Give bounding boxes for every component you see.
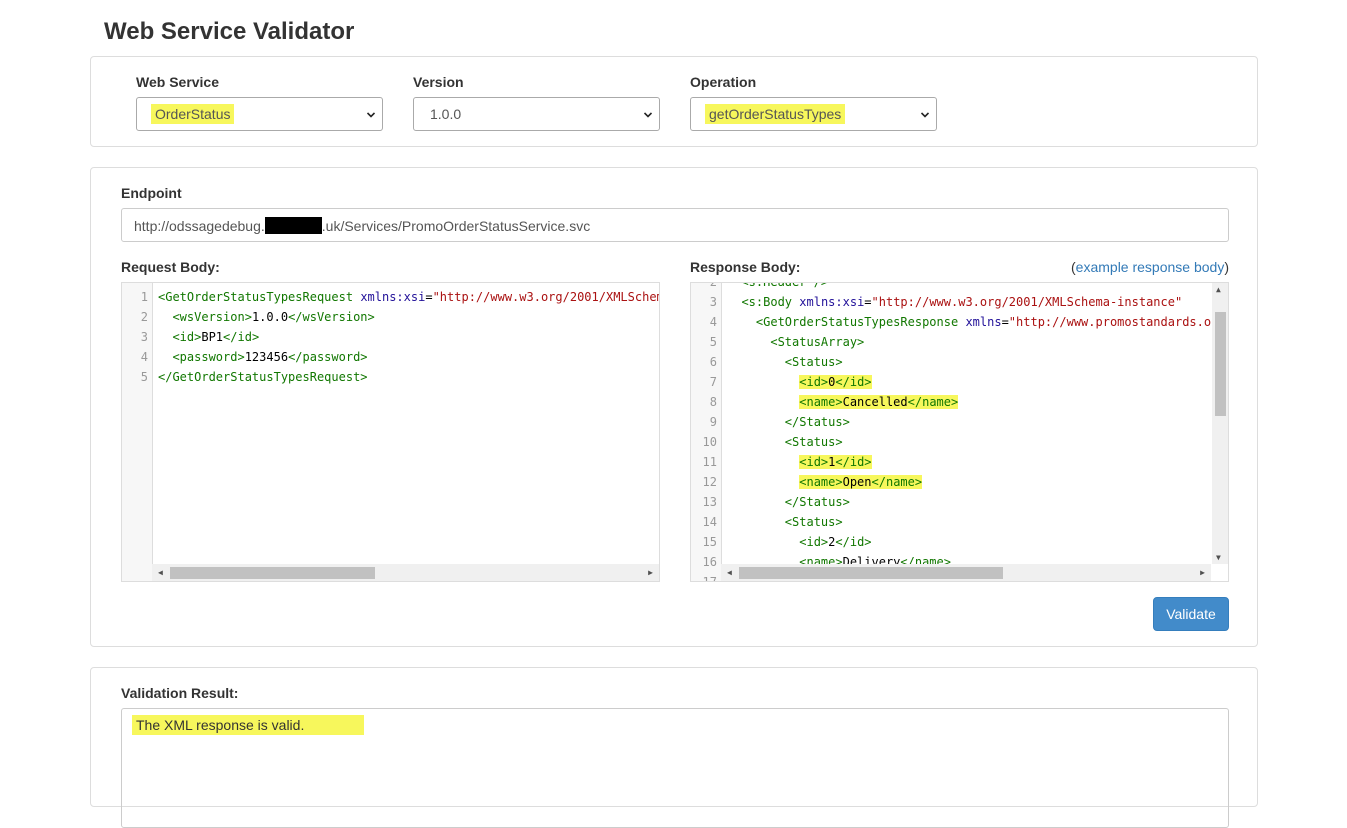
scrollbar-thumb[interactable] [1215,312,1226,416]
horizontal-scrollbar[interactable]: ◀ ▶ [152,564,659,581]
vertical-scrollbar[interactable]: ▲ ▼ [1212,283,1228,564]
code-line: <id>2</id> [799,535,872,549]
code-line: </Status> [784,495,850,509]
line-number: 6 [709,355,717,369]
code-line: </Status> [784,415,850,429]
line-number: 7 [709,375,717,389]
page-title: Web Service Validator [104,18,355,45]
line-number: 12 [702,475,717,489]
line-number: 3 [140,330,148,344]
line-number: 11 [702,455,717,469]
chevron-down-icon [921,112,929,118]
validation-result-label: Validation Result: [121,685,239,701]
code-line: <id>0</id> [799,375,872,389]
operation-value: getOrderStatusTypes [707,106,844,122]
line-number: 8 [709,395,717,409]
scroll-up-icon[interactable]: ▲ [1216,285,1221,294]
request-body-label: Request Body: [121,259,220,275]
validation-result-box[interactable]: The XML response is valid. [121,708,1229,828]
endpoint-url-suffix: .uk/Services/PromoOrderStatusService.svc [321,218,591,234]
validation-result-text: The XML response is valid. [134,717,363,733]
code-line: <Status> [784,435,843,449]
request-body-editor[interactable]: 1 <GetOrderStatusTypesRequest xmlns:xsi="… [121,282,660,582]
code-line: <password>123456</password> [172,350,368,364]
line-number: 4 [709,315,717,329]
line-number: 3 [709,295,717,309]
code-line: <id>1</id> [799,455,872,469]
operation-select[interactable]: getOrderStatusTypes [690,97,937,131]
code-line: <name>Cancelled</name> [799,395,959,409]
endpoint-url-prefix: http://odssagedebug. [134,218,265,234]
example-link-wrapper: (example response body) [1071,259,1229,275]
line-number: 14 [702,515,717,529]
code-line: <id>BP1</id> [172,330,260,344]
scroll-down-icon[interactable]: ▼ [1216,553,1221,562]
chevron-down-icon [367,112,375,118]
version-select[interactable]: 1.0.0 [413,97,660,131]
line-number: 5 [140,370,148,384]
line-number: 2 [140,310,148,324]
validate-button[interactable]: Validate [1153,597,1229,631]
code-line: <StatusArray> [770,335,865,349]
web-service-value: OrderStatus [153,106,233,122]
endpoint-label: Endpoint [121,185,182,201]
endpoint-input[interactable]: http://odssagedebug. .uk/Services/PromoOr… [121,208,1229,242]
line-number: 1 [140,290,148,304]
code-line: <wsVersion>1.0.0</wsVersion> [172,310,375,324]
version-value: 1.0.0 [430,106,462,122]
code-line: <name>Open</name> [799,475,923,489]
version-label: Version [413,74,464,90]
response-body-editor[interactable]: 2 <s:Header /> 3 <s:Body xmlns:xsi="http:… [690,282,1229,582]
paren-close: ) [1224,259,1229,275]
code-line: <Status> [784,515,843,529]
code-line: <GetOrderStatusTypesResponse xmlns="http… [755,315,1228,329]
line-number: 4 [140,350,148,364]
line-number: 5 [709,335,717,349]
redacted-block [264,217,322,234]
scrollbar-thumb[interactable] [170,567,375,579]
code-line: <GetOrderStatusTypesRequest xmlns:xsi="h… [158,290,660,304]
line-number: 9 [709,415,717,429]
line-number: 15 [702,535,717,549]
line-number: 13 [702,495,717,509]
chevron-down-icon [644,112,652,118]
line-number: 17 [702,575,717,582]
scroll-right-icon[interactable]: ▶ [1200,568,1205,577]
line-number: 2 [709,282,717,289]
code-line: </GetOrderStatusTypesRequest> [158,370,368,384]
web-service-label: Web Service [136,74,220,90]
horizontal-scrollbar[interactable]: ◀ ▶ [721,564,1211,581]
line-number: 16 [702,555,717,569]
operation-label: Operation [690,74,757,90]
web-service-select[interactable]: OrderStatus [136,97,383,131]
scroll-right-icon[interactable]: ▶ [648,568,653,577]
scroll-left-icon[interactable]: ◀ [727,568,732,577]
scrollbar-thumb[interactable] [739,567,1003,579]
example-response-link[interactable]: example response body [1076,259,1225,275]
code-line: <s:Body xmlns:xsi="http://www.w3.org/200… [741,295,1183,309]
code-line: <Status> [784,355,843,369]
line-number: 10 [702,435,717,449]
response-body-label: Response Body: [690,259,801,275]
scroll-left-icon[interactable]: ◀ [158,568,163,577]
code-line: <s:Header /> [741,282,829,289]
